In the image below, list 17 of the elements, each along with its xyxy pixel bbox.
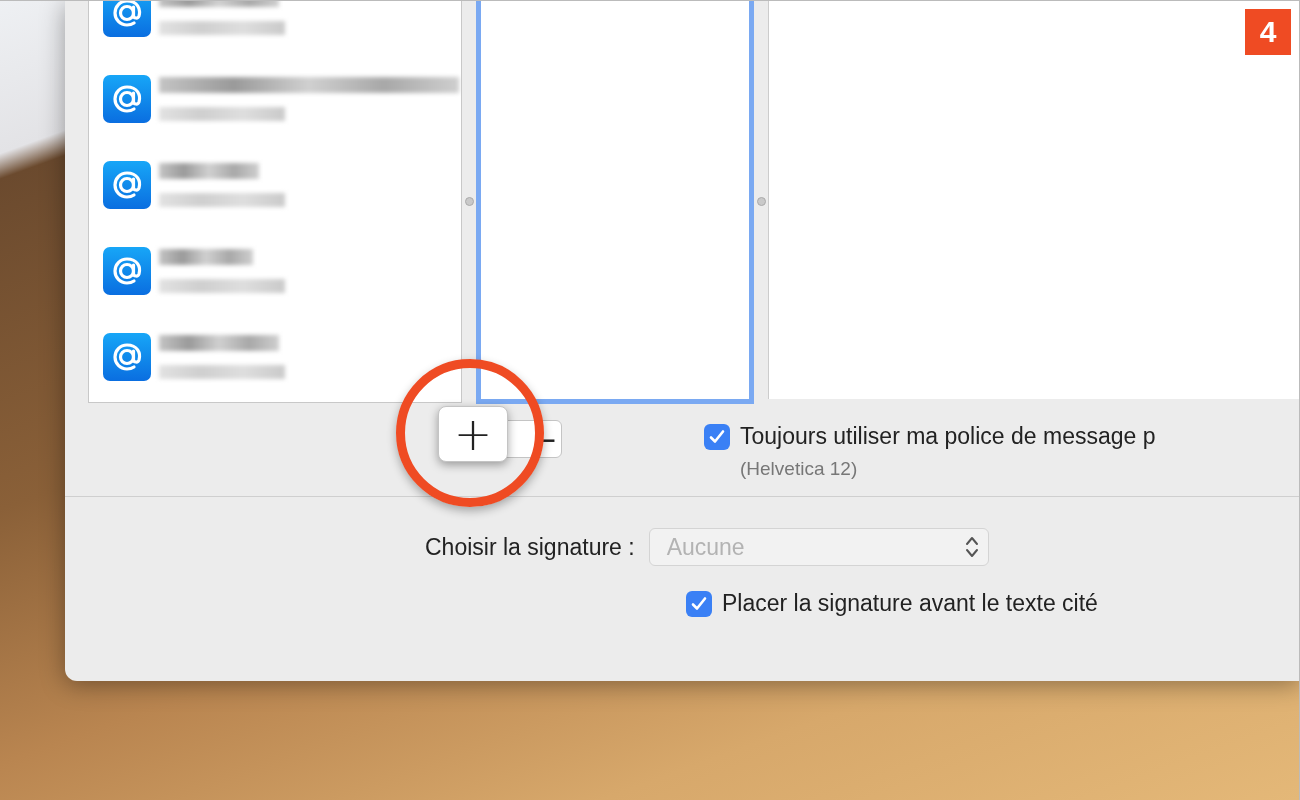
step-badge: 4: [1245, 9, 1291, 55]
checkmark-icon: [708, 427, 726, 446]
at-sign-icon: [103, 333, 151, 381]
checkbox-label: Placer la signature avant le texte cité: [722, 590, 1098, 617]
splitter-handle[interactable]: [756, 197, 766, 206]
checkbox[interactable]: [704, 423, 730, 450]
checkbox[interactable]: [686, 590, 712, 617]
checkbox-label: Toujours utiliser ma police de message p: [740, 423, 1156, 450]
font-detail: (Helvetica 12): [740, 458, 859, 480]
splitter-handle[interactable]: [464, 197, 474, 206]
at-sign-icon: [103, 75, 151, 123]
signature-label: Choisir la signature :: [425, 533, 635, 561]
updown-chevron-icon: [963, 534, 980, 560]
at-sign-icon: [103, 247, 151, 295]
add-button[interactable]: +: [438, 406, 508, 462]
at-sign-icon: [103, 161, 151, 209]
checkmark-icon: [690, 594, 708, 613]
